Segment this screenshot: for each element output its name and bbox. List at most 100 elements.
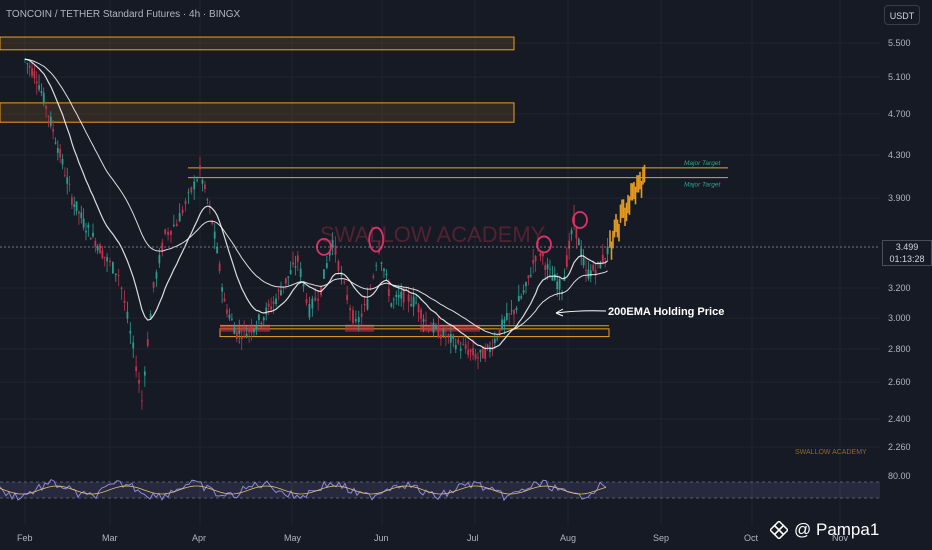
candle-body [314, 297, 317, 301]
candle-body [33, 71, 36, 79]
candle-body [517, 295, 520, 302]
candle-body [172, 224, 175, 227]
candle-body [80, 212, 83, 219]
candle-body [155, 272, 158, 279]
candle-body [546, 264, 549, 270]
candle-body [430, 328, 432, 331]
candle-body [354, 319, 357, 322]
candle-body [103, 256, 106, 258]
candle-body [604, 257, 607, 260]
candle-body [299, 268, 302, 278]
candle-body [226, 309, 228, 314]
candle-body [114, 273, 117, 276]
candle-body [267, 303, 270, 307]
candle-body [387, 289, 390, 297]
candle-body [412, 296, 415, 307]
time-tick-label: May [284, 533, 302, 543]
candle-body [129, 330, 132, 334]
candle-body [539, 252, 542, 257]
candle-body [515, 308, 518, 310]
price-tick-label: 3.900 [888, 193, 911, 203]
candle-body [68, 183, 71, 185]
candle-body [143, 371, 146, 376]
supply-zone [0, 36, 515, 51]
candle-body [175, 223, 178, 227]
oscillator-panel: 80.00 [0, 471, 911, 502]
supply-zone [0, 102, 515, 123]
candle-body [407, 294, 410, 302]
price-tick-label: 4.300 [888, 150, 911, 160]
candle-body [532, 260, 535, 264]
rejection-circle [572, 211, 588, 229]
candle-body [420, 309, 422, 319]
candle-body [158, 254, 161, 264]
candle-body [49, 116, 52, 126]
candle-body [294, 266, 297, 268]
price-tick-label: 2.400 [888, 414, 911, 424]
candle-body [63, 175, 66, 177]
candle-body [601, 254, 604, 263]
ema-arrow [555, 310, 607, 314]
candle-body [213, 231, 216, 239]
candle-body [277, 290, 280, 292]
candle-body [257, 314, 260, 321]
candle-body [221, 287, 223, 292]
candle-body [375, 265, 378, 267]
candle-body [260, 322, 263, 324]
candle-body [42, 92, 45, 104]
current-price-badge: 3.499 01:13:28 [882, 240, 932, 266]
time-axis[interactable]: Feb Mar Apr May Jun Jul Aug Sep Oct Nov [17, 533, 849, 543]
candle-body [204, 184, 206, 190]
candle-body [484, 348, 487, 359]
candle-body [287, 276, 290, 278]
swallow-small-label: SWALLOW ACADEMY [795, 449, 867, 456]
candle-body [383, 268, 385, 272]
candle-body [454, 344, 457, 350]
candle-body [323, 269, 325, 279]
candle-body [120, 287, 123, 290]
candle-body [501, 319, 503, 329]
ema-line [24, 58, 608, 335]
candle-body [592, 264, 595, 271]
candle-body [589, 270, 592, 277]
currency-button[interactable]: USDT [884, 5, 920, 25]
candle-body [59, 148, 62, 158]
candle-body [346, 294, 349, 301]
price-chart[interactable]: Major Target Major Target SWALLOW ACADEMY… [0, 0, 932, 550]
supply-zone [219, 328, 610, 338]
candle-body [216, 247, 219, 254]
candle-body [510, 310, 513, 312]
candle-body [505, 313, 508, 320]
candle-body [467, 349, 470, 356]
candle-body [447, 334, 450, 336]
candle-body [233, 327, 236, 335]
candle-body [284, 278, 287, 284]
candle-body [577, 238, 580, 246]
candle-body [190, 187, 193, 193]
candle-body [199, 165, 201, 170]
candle-body [132, 342, 135, 349]
candle-body [94, 240, 97, 247]
price-tick-label: 2.260 [888, 442, 911, 452]
candle-body [187, 192, 190, 194]
candle-body [245, 333, 248, 338]
candle-body [479, 349, 482, 353]
candle-body [493, 339, 496, 344]
candle-body [56, 147, 59, 153]
time-tick-label: Sep [653, 533, 669, 543]
candle-body [109, 260, 111, 263]
candle-body [305, 299, 308, 304]
candle-body [410, 304, 413, 306]
supply-demand-zones [0, 36, 610, 338]
projection-path [609, 164, 646, 260]
candle-body [250, 326, 253, 333]
candle-body [444, 336, 447, 338]
candle-body [397, 294, 400, 298]
candle-body [206, 199, 209, 201]
candle-body [292, 262, 294, 265]
price-tick-label: 3.200 [888, 283, 911, 293]
candle-body [427, 328, 430, 331]
binance-square-icon [770, 521, 788, 539]
candle-body [534, 256, 537, 262]
candle-body [525, 282, 527, 287]
